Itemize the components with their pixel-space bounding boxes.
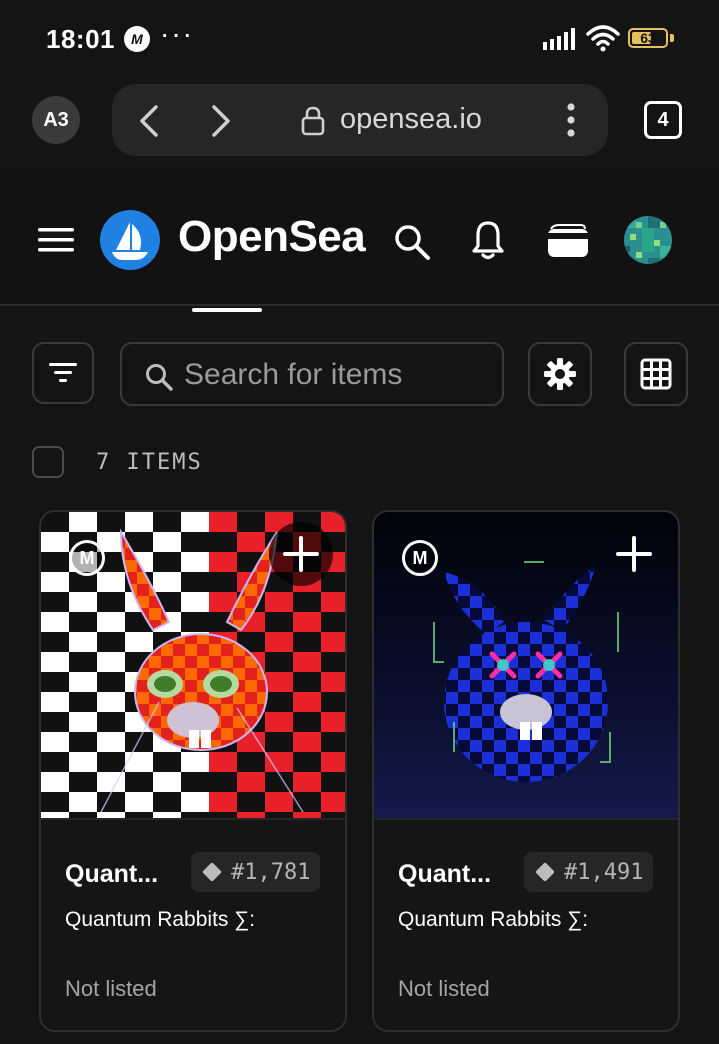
signal-icon <box>543 28 575 50</box>
nft-image[interactable]: M <box>374 512 678 818</box>
nft-card[interactable]: M Quant... #1,491 Quantum Rabbits ∑: Not… <box>372 510 680 1032</box>
grid-icon <box>640 358 672 390</box>
nft-card-details: Quant... #1,491 Quantum Rabbits ∑: Not l… <box>374 818 678 1030</box>
add-to-cart-button[interactable] <box>602 522 666 586</box>
plus-icon <box>616 536 652 572</box>
nft-card-details: Quant... #1,781 Quantum Rabbits ∑: Not l… <box>41 818 345 1030</box>
tab-switcher-button[interactable]: 4 <box>644 101 682 139</box>
battery-nub <box>670 34 674 42</box>
opensea-logo-icon[interactable] <box>100 210 160 270</box>
user-avatar[interactable] <box>624 216 672 264</box>
nft-name[interactable]: Quant... <box>65 860 158 889</box>
filter-button[interactable] <box>32 342 94 404</box>
token-id-badge: #1,491 <box>524 852 654 892</box>
notification-app-icon: M <box>124 26 150 52</box>
plus-icon <box>283 536 319 572</box>
collection-name[interactable]: Quantum Rabbits ∑: <box>398 908 588 932</box>
active-tab-indicator <box>192 308 262 312</box>
wifi-icon <box>586 25 620 52</box>
ethereum-icon <box>535 862 555 882</box>
token-id-badge: #1,781 <box>191 852 321 892</box>
search-icon <box>146 364 173 391</box>
bell-icon[interactable] <box>470 219 506 261</box>
collection-name[interactable]: Quantum Rabbits ∑: <box>65 908 255 932</box>
back-arrow-icon[interactable] <box>136 104 162 138</box>
collection-badge-icon: M <box>402 540 438 576</box>
forward-arrow-icon[interactable] <box>208 104 234 138</box>
settings-button[interactable] <box>528 342 592 406</box>
more-notifications-icon: ··· <box>160 18 194 49</box>
hamburger-menu-icon[interactable] <box>38 226 74 254</box>
brand-name[interactable]: OpenSea <box>178 212 366 262</box>
listing-status: Not listed <box>398 976 490 1001</box>
listing-status: Not listed <box>65 976 157 1001</box>
token-id: #1,491 <box>564 859 644 885</box>
lock-icon[interactable] <box>300 106 326 136</box>
gear-icon <box>544 358 576 390</box>
search-icon[interactable] <box>392 222 432 262</box>
battery-icon: 63 <box>628 28 668 48</box>
grid-view-button[interactable] <box>624 342 688 406</box>
filter-icon <box>49 363 77 382</box>
collection-badge-icon: M <box>69 540 105 576</box>
nft-name[interactable]: Quant... <box>398 860 491 889</box>
wallet-icon[interactable] <box>547 224 589 258</box>
nft-card[interactable]: M Quant... #1,781 Quantum Rabbits ∑: Not… <box>39 510 347 1032</box>
status-time: 18:01 <box>46 24 115 54</box>
items-count: 7 ITEMS <box>96 450 203 475</box>
search-placeholder: Search for items <box>184 358 403 391</box>
browser-profile-button[interactable]: A3 <box>32 96 80 144</box>
url-text[interactable]: opensea.io <box>340 103 482 136</box>
add-to-cart-button[interactable] <box>269 522 333 586</box>
token-id: #1,781 <box>231 859 311 885</box>
ethereum-icon <box>202 862 222 882</box>
select-all-checkbox[interactable] <box>32 446 64 478</box>
more-vertical-icon[interactable] <box>562 100 580 140</box>
battery-label: 63 <box>640 30 656 46</box>
nft-image[interactable]: M <box>41 512 345 818</box>
search-input[interactable]: Search for items <box>120 342 504 406</box>
